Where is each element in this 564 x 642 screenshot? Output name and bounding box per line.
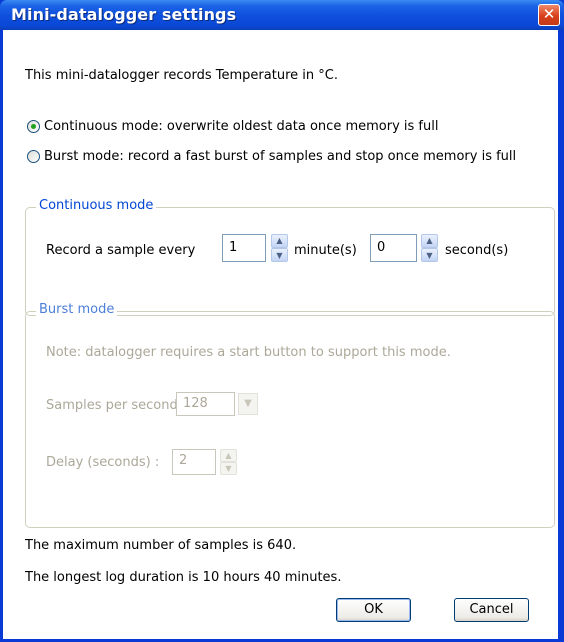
burst-mode-group (25, 311, 555, 528)
burst-note-text: Note: datalogger requires a start button… (46, 345, 451, 360)
dialog-window: Mini-datalogger settings ✕ This mini-dat… (0, 0, 564, 642)
minutes-unit-label: minute(s) (294, 243, 357, 258)
close-button[interactable]: ✕ (538, 4, 560, 26)
continuous-mode-legend: Continuous mode (36, 198, 157, 213)
cancel-button[interactable]: Cancel (454, 598, 529, 622)
dialog-body: This mini-datalogger records Temperature… (3, 30, 558, 639)
spin-down-icon: ▼ (220, 462, 237, 475)
continuous-mode-label: Continuous mode: overwrite oldest data o… (44, 119, 439, 134)
seconds-spinner[interactable]: ▲ ▼ (421, 234, 438, 262)
radio-unselected-icon (27, 150, 40, 163)
samples-per-second-label: Samples per second: (46, 398, 183, 413)
minutes-input[interactable]: 1 (222, 234, 266, 262)
record-sample-label: Record a sample every (46, 243, 196, 258)
continuous-mode-group (25, 207, 555, 316)
close-icon: ✕ (542, 5, 556, 23)
samples-per-second-select: 128 (176, 392, 235, 416)
delay-spinner: ▲ ▼ (220, 449, 237, 475)
burst-mode-label: Burst mode: record a fast burst of sampl… (44, 149, 517, 164)
ok-button[interactable]: OK (336, 598, 411, 622)
burst-mode-legend: Burst mode (36, 302, 118, 317)
longest-duration-text: The longest log duration is 10 hours 40 … (25, 570, 342, 585)
window-title: Mini-datalogger settings (11, 5, 237, 24)
burst-mode-radio[interactable]: Burst mode: record a fast burst of sampl… (27, 148, 557, 166)
continuous-mode-radio[interactable]: Continuous mode: overwrite oldest data o… (27, 118, 487, 136)
spin-down-icon[interactable]: ▼ (271, 248, 288, 262)
title-bar[interactable]: Mini-datalogger settings ✕ (0, 0, 564, 30)
delay-seconds-label: Delay (seconds) : (46, 455, 160, 470)
samples-per-second-value: 128 (183, 396, 208, 411)
spin-up-icon[interactable]: ▲ (271, 234, 288, 248)
delay-input: 2 (172, 449, 216, 475)
spin-down-icon[interactable]: ▼ (421, 248, 438, 262)
seconds-unit-label: second(s) (445, 243, 509, 258)
max-samples-text: The maximum number of samples is 640. (25, 538, 297, 553)
intro-text: This mini-datalogger records Temperature… (25, 68, 338, 83)
radio-selected-icon (27, 120, 40, 133)
chevron-down-icon: ▼ (238, 393, 258, 415)
seconds-input[interactable]: 0 (370, 234, 417, 262)
spin-up-icon: ▲ (220, 449, 237, 462)
minutes-spinner[interactable]: ▲ ▼ (271, 234, 288, 262)
spin-up-icon[interactable]: ▲ (421, 234, 438, 248)
